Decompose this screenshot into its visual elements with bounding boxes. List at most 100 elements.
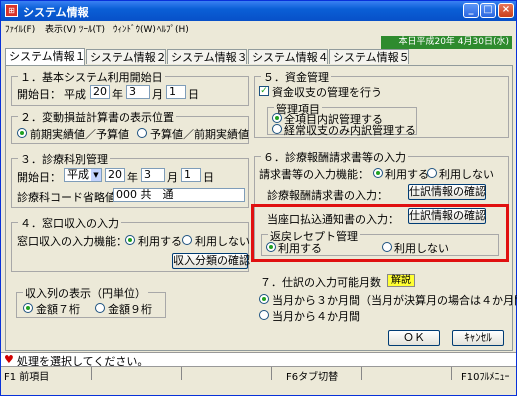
- section-2-group: ２．変動損益計算書の表示位置 前期実績値／予算値 予算値／前期実績値: [11, 109, 249, 144]
- start-month-input[interactable]: 3: [126, 85, 150, 99]
- management-items-group: 管理項目 全項目内訳管理する 経常収支のみ内訳管理する: [267, 101, 417, 138]
- amount-9-label[interactable]: 金額９桁: [108, 301, 152, 317]
- menu-file[interactable]: ﾌｧｲﾙ(F): [5, 22, 35, 35]
- section-1-group: １．基本システム利用開始日 開始日： 平成 20 年 3 月 1 日: [11, 69, 249, 106]
- menu-tools[interactable]: ﾂｰﾙ(T): [79, 22, 105, 35]
- counter-nouse-radio[interactable]: [182, 235, 192, 245]
- amount-7-radio[interactable]: [23, 303, 33, 313]
- title-bar[interactable]: ⊞ システム情報 _ □ ×: [1, 1, 516, 21]
- claim-use-label[interactable]: 利用する: [385, 166, 429, 182]
- f1-key[interactable]: F1 前項目: [4, 368, 49, 383]
- claim-use-radio[interactable]: [373, 168, 383, 178]
- months-4-label[interactable]: 当月から４か月間: [272, 308, 360, 324]
- fkey-divider: [451, 367, 452, 380]
- section-5-group: ５．資金管理 ✓ 資金収支の管理を行う 管理項目 全項目内訳管理する 経常収支の…: [254, 69, 509, 138]
- dept-year-unit: 年: [127, 171, 138, 184]
- close-button[interactable]: ×: [498, 3, 514, 18]
- pl-position-label-2[interactable]: 予算値／前期実績値: [150, 126, 249, 142]
- income-category-button[interactable]: 収入分類の確認: [172, 253, 250, 269]
- cancel-button[interactable]: ｷｬﾝｾﾙ: [452, 330, 504, 346]
- section-1-title: １．基本システム利用開始日: [18, 69, 165, 85]
- section-6-title: ６．診療報酬請求書等の入力: [261, 149, 408, 165]
- fkey-divider: [91, 367, 92, 380]
- tab-system-info-1[interactable]: システム情報１: [5, 48, 86, 65]
- counter-use-radio[interactable]: [125, 235, 135, 245]
- message-bar: ♥ 処理を選択してください。: [1, 352, 516, 368]
- section-3-title: ３．診療科別管理: [18, 151, 110, 167]
- f6-key[interactable]: F6タブ切替: [286, 368, 338, 383]
- dept-year-input[interactable]: 20: [105, 168, 125, 182]
- function-key-bar: F1 前項目 F6タブ切替 F10ﾌﾙﾒﾆｭｰ: [1, 366, 516, 383]
- section-3-group: ３．診療科別管理 開始日： 平成 ▼ 20 年 3 月 1 日 診療科コード省略…: [11, 151, 249, 208]
- app-icon[interactable]: ⊞: [5, 4, 18, 17]
- menu-bar: ﾌｧｲﾙ(F) 表示(V) ﾂｰﾙ(T) ｳｨﾝﾄﾞｳ(W) ﾍﾙﾌﾟ(H): [1, 21, 516, 36]
- months-3-radio[interactable]: [259, 294, 269, 304]
- chevron-down-icon[interactable]: ▼: [91, 169, 101, 181]
- journal-check-button-1[interactable]: 仕訳情報の確認: [408, 184, 486, 200]
- maximize-button[interactable]: □: [480, 3, 496, 18]
- year-unit: 年: [112, 88, 123, 101]
- fund-management-checkbox[interactable]: ✓: [259, 86, 269, 96]
- dept-day-unit: 日: [203, 171, 214, 184]
- highlight-frame: [251, 204, 509, 262]
- day-unit: 日: [188, 88, 199, 101]
- income-column-title: 収入列の表示（円単位）: [23, 285, 148, 301]
- dept-era-select[interactable]: 平成 ▼: [64, 168, 102, 182]
- menu-help[interactable]: ﾍﾙﾌﾟ(H): [157, 22, 189, 35]
- pl-position-label-1[interactable]: 前期実績値／予算値: [30, 126, 129, 142]
- heart-icon: ♥: [4, 353, 14, 366]
- all-items-radio[interactable]: [272, 113, 282, 123]
- fkey-divider: [181, 367, 182, 380]
- amount-9-radio[interactable]: [95, 303, 105, 313]
- menu-view[interactable]: 表示(V): [45, 22, 76, 35]
- dept-day-input[interactable]: 1: [181, 168, 201, 182]
- pl-position-radio-2[interactable]: [137, 128, 147, 138]
- tab-system-info-3[interactable]: システム情報３: [167, 49, 248, 64]
- amount-7-label[interactable]: 金額７桁: [36, 301, 80, 317]
- claim-input-label: 請求書等の入力機能：: [259, 168, 369, 181]
- f10-key[interactable]: F10ﾌﾙﾒﾆｭｰ: [461, 368, 509, 383]
- tab-system-info-5[interactable]: システム情報５: [329, 49, 410, 64]
- counter-nouse-label[interactable]: 利用しない: [195, 233, 250, 249]
- section-7-group: ７．仕訳の入力可能月数 解説 当月から３か月間（当月が決算月の場合は４か月間） …: [254, 274, 517, 324]
- section-4-title: ４．窓口収入の入力: [18, 215, 121, 231]
- section-7-title: ７．仕訳の入力可能月数: [260, 276, 381, 289]
- dept-start-label: 開始日：: [17, 171, 61, 184]
- explanation-button[interactable]: 解説: [387, 274, 415, 287]
- date-display: 本日平成20年 4月30日(水): [381, 36, 512, 49]
- pl-position-radio-1[interactable]: [17, 128, 27, 138]
- tab-system-info-2[interactable]: システム情報２: [86, 49, 167, 64]
- start-year-input[interactable]: 20: [90, 85, 110, 99]
- section-2-title: ２．変動損益計算書の表示位置: [18, 109, 176, 125]
- counter-use-label[interactable]: 利用する: [138, 233, 182, 249]
- recurring-only-radio[interactable]: [272, 124, 282, 134]
- fkey-divider: [271, 367, 272, 380]
- section-4-group: ４．窓口収入の入力 窓口収入の入力機能： 利用する 利用しない 収入分類の確認: [11, 215, 250, 272]
- counter-input-label: 窓口収入の入力機能：: [17, 235, 127, 248]
- window-title: システム情報: [23, 6, 89, 19]
- main-window: ⊞ システム情報 _ □ × ﾌｧｲﾙ(F) 表示(V) ﾂｰﾙ(T) ｳｨﾝﾄ…: [0, 0, 517, 396]
- fkey-divider: [361, 367, 362, 380]
- tab-system-info-4[interactable]: システム情報４: [248, 49, 329, 64]
- claim-nouse-label[interactable]: 利用しない: [439, 166, 494, 182]
- dept-month-unit: 月: [167, 171, 178, 184]
- menu-window[interactable]: ｳｨﾝﾄﾞｳ(W): [113, 22, 156, 35]
- start-day-input[interactable]: 1: [166, 85, 186, 99]
- dept-era-value: 平成: [67, 168, 89, 181]
- dept-code-label: 診療科コード省略値: [17, 191, 116, 204]
- fund-management-label[interactable]: 資金収支の管理を行う: [272, 84, 382, 100]
- start-date-label: 開始日：: [17, 88, 61, 101]
- medical-claim-label: 診療報酬請求書の入力：: [267, 189, 388, 202]
- months-4-radio[interactable]: [259, 310, 269, 320]
- ok-button[interactable]: ＯＫ: [388, 330, 440, 346]
- dept-month-input[interactable]: 3: [141, 168, 165, 182]
- start-era: 平成: [64, 88, 86, 101]
- income-column-group: 収入列の表示（円単位） 金額７桁 金額９桁: [16, 285, 166, 318]
- month-unit: 月: [152, 88, 163, 101]
- minimize-button[interactable]: _: [463, 3, 479, 18]
- claim-nouse-radio[interactable]: [427, 168, 437, 178]
- dept-code-input[interactable]: 000 共 通: [113, 188, 245, 202]
- recurring-only-label[interactable]: 経常収支のみ内訳管理する: [284, 122, 416, 138]
- months-3-label[interactable]: 当月から３か月間（当月が決算月の場合は４か月間）: [272, 292, 517, 308]
- section-5-title: ５．資金管理: [261, 69, 331, 85]
